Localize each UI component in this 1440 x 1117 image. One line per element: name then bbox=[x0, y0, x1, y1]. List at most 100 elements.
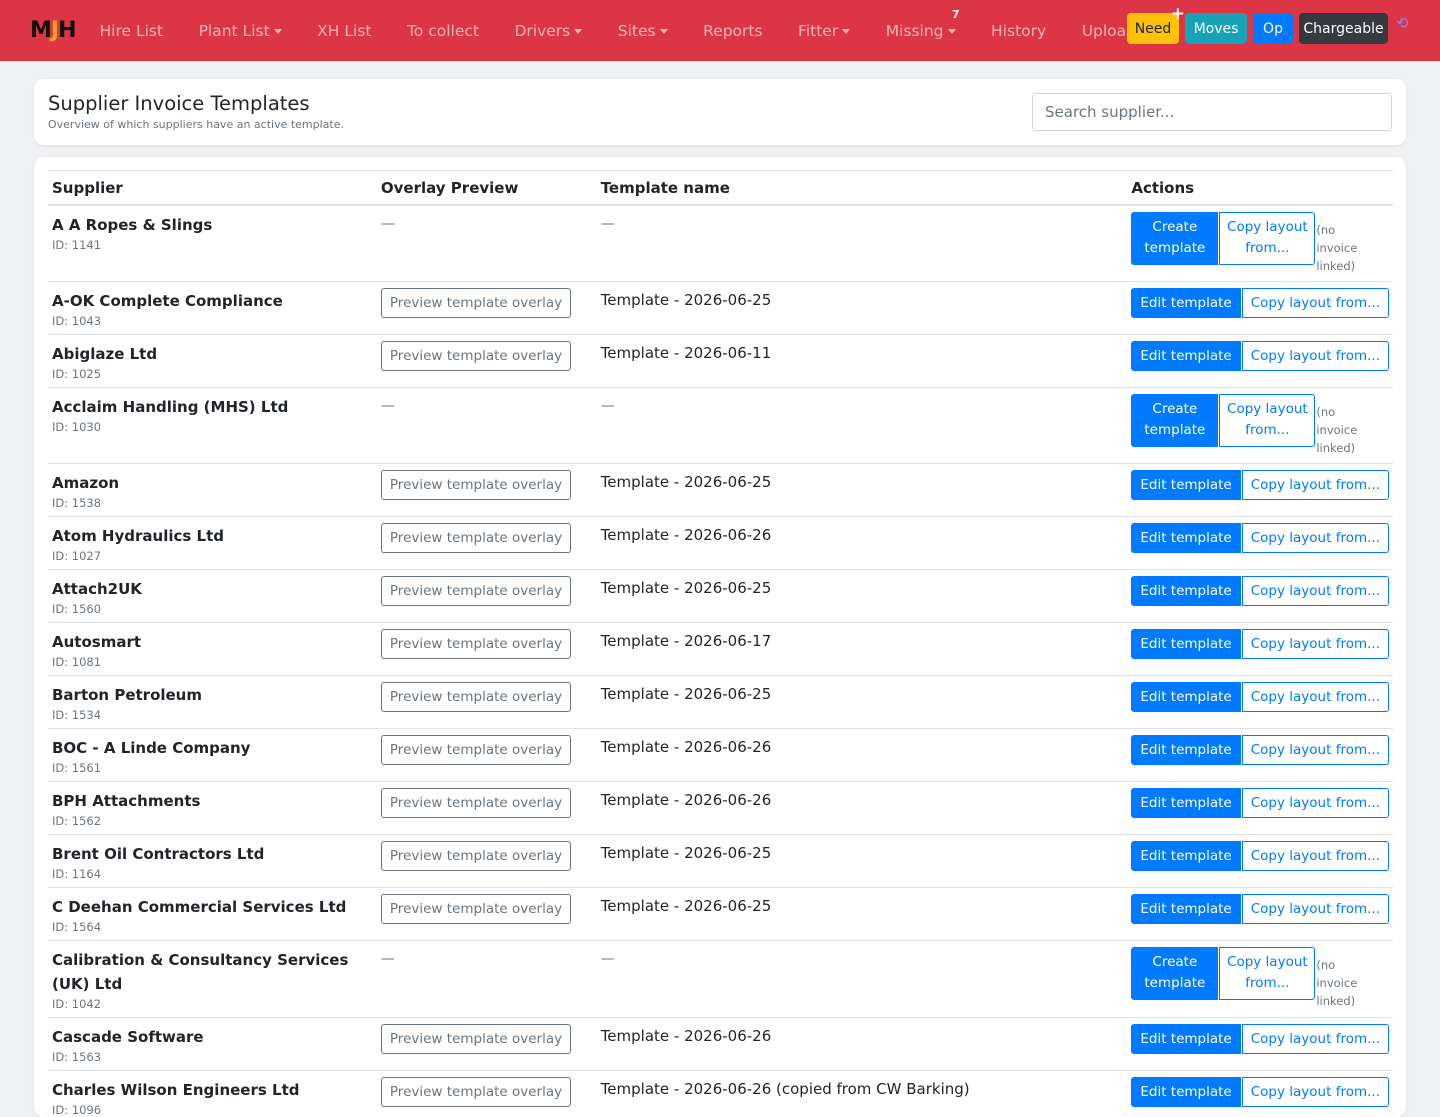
supplier-name: Amazon bbox=[52, 471, 373, 495]
copy-layout-button[interactable]: Copy layout from... bbox=[1219, 394, 1315, 447]
edit-template-button[interactable]: Edit template bbox=[1131, 735, 1240, 765]
action-button-group: Edit templateCopy layout from... bbox=[1131, 577, 1389, 606]
template-name: Template - 2026-06-25 bbox=[601, 471, 1124, 493]
supplier-name: Barton Petroleum bbox=[52, 683, 373, 707]
preview-overlay-button[interactable]: Preview template overlay bbox=[381, 341, 571, 371]
edit-template-button[interactable]: Edit template bbox=[1131, 1077, 1240, 1107]
preview-cell: Preview template overlay bbox=[377, 570, 597, 623]
preview-cell: — bbox=[377, 388, 597, 464]
nav-item-missing[interactable]: Missing7 bbox=[886, 22, 956, 40]
edit-template-button[interactable]: Edit template bbox=[1131, 523, 1240, 553]
action-button-group: Edit templateCopy layout from... bbox=[1131, 289, 1389, 318]
preview-overlay-button[interactable]: Preview template overlay bbox=[381, 894, 571, 924]
preview-cell: Preview template overlay bbox=[377, 282, 597, 335]
history-icon[interactable]: ⟲ bbox=[1396, 14, 1409, 32]
action-button-group: Edit templateCopy layout from... bbox=[1131, 789, 1389, 818]
nav-item-to-collect[interactable]: To collect bbox=[407, 22, 479, 40]
preview-overlay-button[interactable]: Preview template overlay bbox=[381, 841, 571, 871]
copy-layout-button[interactable]: Copy layout from... bbox=[1242, 735, 1389, 765]
template-name-cell: Template - 2026-06-26 (copied from CW Ba… bbox=[597, 1071, 1128, 1117]
action-button-group: Edit templateCopy layout from... bbox=[1131, 471, 1389, 500]
template-name: Template - 2026-06-26 (copied from CW Ba… bbox=[601, 1078, 1124, 1100]
edit-template-button[interactable]: Edit template bbox=[1131, 788, 1240, 818]
nav-item-sites[interactable]: Sites bbox=[618, 22, 668, 40]
nav-item-label: Fitter bbox=[798, 22, 838, 40]
edit-template-button[interactable]: Edit template bbox=[1131, 682, 1240, 712]
search-supplier-input[interactable] bbox=[1032, 93, 1392, 131]
edit-template-button[interactable]: Edit template bbox=[1131, 341, 1240, 371]
copy-layout-button[interactable]: Copy layout from... bbox=[1219, 212, 1315, 265]
preview-overlay-button[interactable]: Preview template overlay bbox=[381, 629, 571, 659]
copy-layout-button[interactable]: Copy layout from... bbox=[1242, 1077, 1389, 1107]
preview-overlay-button[interactable]: Preview template overlay bbox=[381, 288, 571, 318]
table-row: BOC - A Linde CompanyID: 1561Preview tem… bbox=[48, 729, 1393, 782]
copy-layout-button[interactable]: Copy layout from... bbox=[1242, 894, 1389, 924]
actions-cell: Edit templateCopy layout from... bbox=[1127, 335, 1393, 388]
copy-layout-button[interactable]: Copy layout from... bbox=[1242, 523, 1389, 553]
nav-item-history[interactable]: History bbox=[991, 22, 1046, 40]
supplier-cell: A A Ropes & SlingsID: 1141 bbox=[48, 205, 377, 282]
preview-overlay-button[interactable]: Preview template overlay bbox=[381, 788, 571, 818]
supplier-cell: BPH AttachmentsID: 1562 bbox=[48, 782, 377, 835]
copy-layout-button[interactable]: Copy layout from... bbox=[1242, 841, 1389, 871]
supplier-id: ID: 1043 bbox=[52, 314, 373, 328]
supplier-cell: Brent Oil Contractors LtdID: 1164 bbox=[48, 835, 377, 888]
moves-badge-button[interactable]: Moves bbox=[1185, 13, 1247, 44]
edit-template-button[interactable]: Edit template bbox=[1131, 288, 1240, 318]
edit-template-button[interactable]: Edit template bbox=[1131, 894, 1240, 924]
preview-overlay-button[interactable]: Preview template overlay bbox=[381, 470, 571, 500]
preview-overlay-button[interactable]: Preview template overlay bbox=[381, 523, 571, 553]
chargeable-badge-button[interactable]: Chargeable bbox=[1299, 13, 1388, 44]
nav-item-xh-list[interactable]: XH List bbox=[317, 22, 371, 40]
preview-overlay-button[interactable]: Preview template overlay bbox=[381, 576, 571, 606]
supplier-cell: Abiglaze LtdID: 1025 bbox=[48, 335, 377, 388]
no-invoice-note: (no invoice linked) bbox=[1316, 403, 1376, 457]
actions-cell: Edit templateCopy layout from... bbox=[1127, 782, 1393, 835]
create-template-button[interactable]: Create template bbox=[1131, 212, 1218, 265]
preview-cell: — bbox=[377, 941, 597, 1018]
edit-template-button[interactable]: Edit template bbox=[1131, 470, 1240, 500]
nav-item-hire-list[interactable]: Hire List bbox=[100, 22, 164, 40]
nav-item-label: Reports bbox=[703, 22, 762, 40]
preview-overlay-button[interactable]: Preview template overlay bbox=[381, 682, 571, 712]
copy-layout-button[interactable]: Copy layout from... bbox=[1242, 788, 1389, 818]
copy-layout-button[interactable]: Copy layout from... bbox=[1242, 341, 1389, 371]
supplier-cell: Atom Hydraulics LtdID: 1027 bbox=[48, 517, 377, 570]
copy-layout-button[interactable]: Copy layout from... bbox=[1242, 629, 1389, 659]
create-template-button[interactable]: Create template bbox=[1131, 394, 1218, 447]
copy-layout-button[interactable]: Copy layout from... bbox=[1242, 470, 1389, 500]
supplier-id: ID: 1534 bbox=[52, 708, 373, 722]
actions-cell: Edit templateCopy layout from... bbox=[1127, 517, 1393, 570]
preview-overlay-button[interactable]: Preview template overlay bbox=[381, 1077, 571, 1107]
empty-dash: — bbox=[381, 213, 593, 235]
edit-template-button[interactable]: Edit template bbox=[1131, 629, 1240, 659]
copy-layout-button[interactable]: Copy layout from... bbox=[1219, 947, 1315, 1000]
template-name: Template - 2026-06-25 bbox=[601, 683, 1124, 705]
nav-item-label: Plant List bbox=[199, 22, 270, 40]
preview-overlay-button[interactable]: Preview template overlay bbox=[381, 1024, 571, 1054]
table-row: Atom Hydraulics LtdID: 1027Preview templ… bbox=[48, 517, 1393, 570]
missing-count-badge: 7 bbox=[952, 8, 960, 21]
nav-item-drivers[interactable]: Drivers bbox=[514, 22, 582, 40]
nav-item-plant-list[interactable]: Plant List bbox=[199, 22, 282, 40]
copy-layout-button[interactable]: Copy layout from... bbox=[1242, 288, 1389, 318]
template-name: Template - 2026-06-26 bbox=[601, 524, 1124, 546]
edit-template-button[interactable]: Edit template bbox=[1131, 576, 1240, 606]
op-badge-button[interactable]: Op bbox=[1253, 13, 1293, 44]
table-row: Calibration & Consultancy Services (UK) … bbox=[48, 941, 1393, 1018]
edit-template-button[interactable]: Edit template bbox=[1131, 1024, 1240, 1054]
copy-layout-button[interactable]: Copy layout from... bbox=[1242, 576, 1389, 606]
copy-layout-button[interactable]: Copy layout from... bbox=[1242, 682, 1389, 712]
preview-overlay-button[interactable]: Preview template overlay bbox=[381, 735, 571, 765]
column-header-supplier: Supplier bbox=[48, 171, 377, 206]
need-badge-button[interactable]: Need + bbox=[1127, 13, 1179, 44]
brand-logo[interactable]: MJH bbox=[30, 16, 76, 46]
edit-template-button[interactable]: Edit template bbox=[1131, 841, 1240, 871]
nav-item-reports[interactable]: Reports bbox=[703, 22, 762, 40]
create-template-button[interactable]: Create template bbox=[1131, 947, 1218, 1000]
supplier-id: ID: 1027 bbox=[52, 549, 373, 563]
preview-cell: Preview template overlay bbox=[377, 729, 597, 782]
nav-item-fitter[interactable]: Fitter bbox=[798, 22, 850, 40]
preview-cell: Preview template overlay bbox=[377, 782, 597, 835]
copy-layout-button[interactable]: Copy layout from... bbox=[1242, 1024, 1389, 1054]
